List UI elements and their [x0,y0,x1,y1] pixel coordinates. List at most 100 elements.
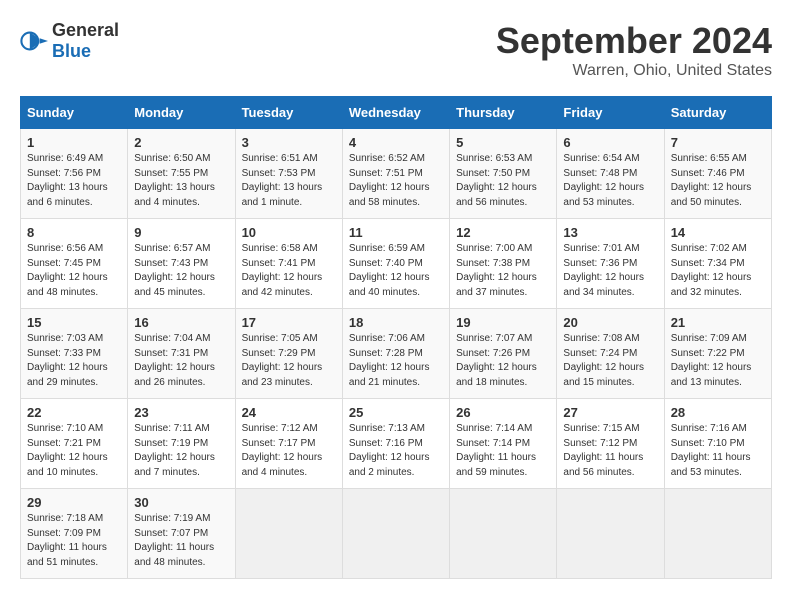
table-row: 19 Sunrise: 7:07 AMSunset: 7:26 PMDayligh… [450,309,557,399]
table-row: 1 Sunrise: 6:49 AMSunset: 7:56 PMDaylight… [21,129,128,219]
day-info: Sunrise: 6:54 AMSunset: 7:48 PMDaylight:… [563,153,644,208]
day-info: Sunrise: 7:08 AMSunset: 7:24 PMDaylight:… [563,333,644,388]
day-number: 6 [563,135,657,150]
day-info: Sunrise: 7:03 AMSunset: 7:33 PMDaylight:… [27,333,108,388]
col-friday: Friday [557,97,664,129]
day-info: Sunrise: 6:55 AMSunset: 7:46 PMDaylight:… [671,153,752,208]
table-row: 25Sunrise: 7:13 AMSunset: 7:16 PMDayligh… [342,399,449,489]
table-row: 29 Sunrise: 7:18 AMSunset: 7:09 PMDayligh… [21,489,128,579]
day-info: Sunrise: 6:57 AMSunset: 7:43 PMDaylight:… [134,243,215,298]
table-row [450,489,557,579]
day-info: Sunrise: 7:07 AMSunset: 7:26 PMDaylight:… [456,333,537,388]
day-number: 5 [456,135,550,150]
day-info: Sunrise: 7:14 AMSunset: 7:14 PMDaylight:… [456,423,536,478]
table-row [342,489,449,579]
table-row: 4Sunrise: 6:52 AMSunset: 7:51 PMDaylight… [342,129,449,219]
day-number: 10 [242,225,336,240]
day-number: 26 [456,405,550,420]
calendar-week-row: 29 Sunrise: 7:18 AMSunset: 7:09 PMDayligh… [21,489,772,579]
page-header: General Blue September 2024 Warren, Ohio… [20,20,772,80]
day-info: Sunrise: 7:11 AMSunset: 7:19 PMDaylight:… [134,423,215,478]
day-number: 18 [349,315,443,330]
table-row: 7 Sunrise: 6:55 AMSunset: 7:46 PMDaylight… [664,129,771,219]
day-info: Sunrise: 7:06 AMSunset: 7:28 PMDaylight:… [349,333,430,388]
table-row: 27 Sunrise: 7:15 AMSunset: 7:12 PMDayligh… [557,399,664,489]
calendar-table: Sunday Monday Tuesday Wednesday Thursday… [20,96,772,579]
day-info: Sunrise: 7:01 AMSunset: 7:36 PMDaylight:… [563,243,644,298]
logo-blue: Blue [52,41,91,61]
day-info: Sunrise: 7:02 AMSunset: 7:34 PMDaylight:… [671,243,752,298]
table-row: 28 Sunrise: 7:16 AMSunset: 7:10 PMDayligh… [664,399,771,489]
location-title: Warren, Ohio, United States [496,62,772,80]
day-info: Sunrise: 7:00 AMSunset: 7:38 PMDaylight:… [456,243,537,298]
table-row: 13 Sunrise: 7:01 AMSunset: 7:36 PMDayligh… [557,219,664,309]
day-number: 4 [349,135,443,150]
table-row [235,489,342,579]
day-info: Sunrise: 7:10 AMSunset: 7:21 PMDaylight:… [27,423,108,478]
col-saturday: Saturday [664,97,771,129]
table-row: 21 Sunrise: 7:09 AMSunset: 7:22 PMDayligh… [664,309,771,399]
table-row: 6 Sunrise: 6:54 AMSunset: 7:48 PMDaylight… [557,129,664,219]
day-info: Sunrise: 7:09 AMSunset: 7:22 PMDaylight:… [671,333,752,388]
calendar-week-row: 1 Sunrise: 6:49 AMSunset: 7:56 PMDaylight… [21,129,772,219]
table-row [557,489,664,579]
table-row: 26 Sunrise: 7:14 AMSunset: 7:14 PMDayligh… [450,399,557,489]
calendar-week-row: 15 Sunrise: 7:03 AMSunset: 7:33 PMDayligh… [21,309,772,399]
day-number: 1 [27,135,121,150]
day-number: 3 [242,135,336,150]
day-number: 28 [671,405,765,420]
logo-general: General [52,20,119,40]
col-sunday: Sunday [21,97,128,129]
day-number: 24 [242,405,336,420]
day-number: 14 [671,225,765,240]
table-row: 24 Sunrise: 7:12 AMSunset: 7:17 PMDayligh… [235,399,342,489]
day-info: Sunrise: 7:18 AMSunset: 7:09 PMDaylight:… [27,513,107,568]
day-number: 11 [349,225,443,240]
table-row: 3Sunrise: 6:51 AMSunset: 7:53 PMDaylight… [235,129,342,219]
day-info: Sunrise: 7:15 AMSunset: 7:12 PMDaylight:… [563,423,643,478]
table-row [664,489,771,579]
day-number: 13 [563,225,657,240]
logo: General Blue [20,20,119,62]
day-info: Sunrise: 6:59 AMSunset: 7:40 PMDaylight:… [349,243,430,298]
table-row: 5 Sunrise: 6:53 AMSunset: 7:50 PMDaylight… [450,129,557,219]
table-row: 16Sunrise: 7:04 AMSunset: 7:31 PMDayligh… [128,309,235,399]
day-info: Sunrise: 7:16 AMSunset: 7:10 PMDaylight:… [671,423,751,478]
col-thursday: Thursday [450,97,557,129]
day-number: 23 [134,405,228,420]
day-number: 16 [134,315,228,330]
day-info: Sunrise: 6:58 AMSunset: 7:41 PMDaylight:… [242,243,323,298]
table-row: 8Sunrise: 6:56 AMSunset: 7:45 PMDaylight… [21,219,128,309]
table-row: 30Sunrise: 7:19 AMSunset: 7:07 PMDayligh… [128,489,235,579]
table-row: 11 Sunrise: 6:59 AMSunset: 7:40 PMDayligh… [342,219,449,309]
day-info: Sunrise: 7:19 AMSunset: 7:07 PMDaylight:… [134,513,214,568]
day-number: 17 [242,315,336,330]
day-info: Sunrise: 7:12 AMSunset: 7:17 PMDaylight:… [242,423,323,478]
calendar-week-row: 8Sunrise: 6:56 AMSunset: 7:45 PMDaylight… [21,219,772,309]
day-number: 20 [563,315,657,330]
table-row: 9 Sunrise: 6:57 AMSunset: 7:43 PMDaylight… [128,219,235,309]
calendar-week-row: 22 Sunrise: 7:10 AMSunset: 7:21 PMDayligh… [21,399,772,489]
month-title: September 2024 [496,20,772,62]
col-tuesday: Tuesday [235,97,342,129]
table-row: 17Sunrise: 7:05 AMSunset: 7:29 PMDayligh… [235,309,342,399]
day-number: 9 [134,225,228,240]
day-number: 22 [27,405,121,420]
day-number: 29 [27,495,121,510]
table-row: 12 Sunrise: 7:00 AMSunset: 7:38 PMDayligh… [450,219,557,309]
table-row: 14 Sunrise: 7:02 AMSunset: 7:34 PMDayligh… [664,219,771,309]
table-row: 18 Sunrise: 7:06 AMSunset: 7:28 PMDayligh… [342,309,449,399]
day-number: 15 [27,315,121,330]
day-number: 19 [456,315,550,330]
table-row: 22 Sunrise: 7:10 AMSunset: 7:21 PMDayligh… [21,399,128,489]
day-number: 8 [27,225,121,240]
day-info: Sunrise: 6:53 AMSunset: 7:50 PMDaylight:… [456,153,537,208]
calendar-header-row: Sunday Monday Tuesday Wednesday Thursday… [21,97,772,129]
day-number: 27 [563,405,657,420]
day-info: Sunrise: 6:50 AMSunset: 7:55 PMDaylight:… [134,153,215,208]
day-info: Sunrise: 6:49 AMSunset: 7:56 PMDaylight:… [27,153,108,208]
table-row: 23 Sunrise: 7:11 AMSunset: 7:19 PMDayligh… [128,399,235,489]
day-number: 7 [671,135,765,150]
day-number: 12 [456,225,550,240]
day-number: 21 [671,315,765,330]
